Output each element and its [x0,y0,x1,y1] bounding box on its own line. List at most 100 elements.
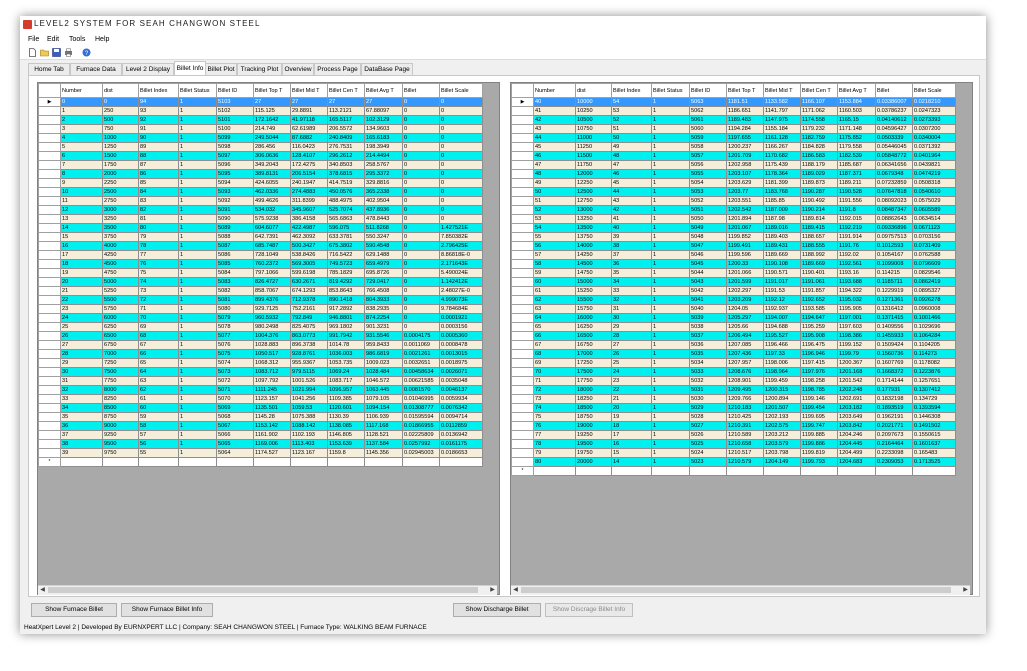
table-cell[interactable]: 0.01866955 [402,421,440,431]
table-row[interactable]: 60 15000 34 1 5043 1201.599 1191.017 1191.061 11… [511,277,956,287]
table-cell[interactable]: 1170.682 [763,151,801,161]
table-row[interactable]: 14 3500 80 1 5089 604.6077 422.4987 596.075 511.… [38,223,483,233]
table-cell[interactable]: 1014.78 [327,340,365,350]
table-cell[interactable]: 0.1550615 [912,430,956,440]
table-cell[interactable]: 0.0503339 [875,133,913,143]
table-cell[interactable]: 0.1178082 [912,358,956,368]
table-cell[interactable]: 1198.258 [800,376,838,386]
table-cell[interactable]: 0.1560736 [875,349,913,359]
table-cell[interactable]: 0.114215 [875,268,913,278]
table-cell[interactable] [875,466,913,476]
table-cell[interactable]: 1192.561 [837,259,876,269]
table-cell[interactable]: 1189.873 [800,178,838,188]
table-cell[interactable]: 1200.367 [837,358,876,368]
table-cell[interactable]: 1199.152 [837,340,876,350]
table-cell[interactable]: 10250 [575,106,612,116]
table-cell[interactable]: 5036 [689,340,727,350]
table-cell[interactable]: 1203.649 [837,412,876,422]
table-cell[interactable]: 41.97118 [290,115,328,125]
table-cell[interactable]: 73 [138,286,179,296]
table-cell[interactable]: 1202.958 [726,160,764,170]
table-cell[interactable]: 75 [533,412,576,422]
show-discharge-billet-button[interactable]: Show Discharge Billet [453,603,541,617]
row-header[interactable] [38,133,61,143]
table-cell[interactable]: 12250 [575,178,612,188]
table-cell[interactable]: 50 [611,133,652,143]
table-cell[interactable]: 1202.248 [837,385,876,395]
table-cell[interactable]: 0 [402,313,440,323]
row-header[interactable] [511,277,534,287]
table-cell[interactable]: 0.1104205 [912,340,956,350]
table-cell[interactable]: 296.2612 [327,151,365,161]
table-cell[interactable]: 365.2338 [364,187,403,197]
row-header[interactable] [511,214,534,224]
table-cell[interactable]: 1160.503 [837,106,876,116]
scroll-left-icon[interactable]: ◀ [512,587,519,594]
table-cell[interactable]: 41 [533,106,576,116]
table-cell[interactable]: 1 [651,223,690,233]
table-cell[interactable]: 74 [533,403,576,413]
table-cell[interactable]: 0 [402,178,440,188]
table-cell[interactable]: 35 [60,412,103,422]
table-cell[interactable]: 1199.886 [800,439,838,449]
table-cell[interactable]: 19750 [575,448,612,458]
table-cell[interactable]: 1184.828 [800,142,838,152]
table-cell[interactable]: 6000 [102,313,139,323]
table-cell[interactable]: 9.784684E [439,304,483,314]
table-cell[interactable]: 0.1962191 [875,412,913,422]
table-cell[interactable]: 5056 [689,160,727,170]
table-cell[interactable]: 1207.436 [726,349,764,359]
table-cell[interactable]: 633.3781 [327,232,365,242]
table-cell[interactable]: 1021.994 [290,385,328,395]
table-cell[interactable]: 78 [533,439,576,449]
table-row[interactable]: 26 6500 68 1 5077 1004.376 863.0773 991.7942 931… [38,331,483,341]
table-cell[interactable]: 3 [60,124,103,134]
table-cell[interactable]: 797.1066 [253,268,291,278]
table-cell[interactable]: 5090 [216,214,254,224]
table-cell[interactable]: 1069.24 [327,367,365,377]
table-cell[interactable]: 766.4508 [364,286,403,296]
table-cell[interactable]: 1 [651,232,690,242]
table-cell[interactable]: 29.8891 [290,106,328,116]
table-cell[interactable] [726,466,764,476]
table-cell[interactable]: 695.8726 [364,268,403,278]
table-cell[interactable]: 0.1229919 [875,286,913,296]
table-cell[interactable]: 0 [402,241,440,251]
table-cell[interactable]: 1206.494 [726,331,764,341]
table-cell[interactable]: 1197.33 [763,349,801,359]
table-cell[interactable]: 1161.128 [763,133,801,143]
table-cell[interactable]: 0.1316412 [875,304,913,314]
table-cell[interactable]: 7000 [102,349,139,359]
table-cell[interactable]: 19 [60,268,103,278]
table-row[interactable]: 18 4500 76 1 5085 760.2372 569.3005 749.5723 659… [38,259,483,269]
table-cell[interactable]: 0.08862643 [875,214,913,224]
table-cell[interactable]: 11250 [575,142,612,152]
table-cell[interactable]: 74 [138,277,179,287]
table-cell[interactable]: 0.1713525 [912,457,956,467]
table-cell[interactable]: 21 [611,394,652,404]
table-cell[interactable]: 0 [402,133,440,143]
table-cell[interactable]: 87.6882 [290,133,328,143]
table-cell[interactable]: 5052 [689,196,727,206]
table-cell[interactable]: 960.5932 [253,313,291,323]
row-header[interactable] [511,457,534,467]
row-header[interactable] [511,178,534,188]
table-cell[interactable]: 30 [60,367,103,377]
table-cell[interactable]: 0.0035048 [439,376,483,386]
table-cell[interactable]: 0.0273393 [912,115,956,125]
row-header[interactable] [511,160,534,170]
table-cell[interactable]: 1000 [102,133,139,143]
table-cell[interactable]: 1190.571 [763,268,801,278]
table-cell[interactable]: 0.1029696 [912,322,956,332]
table-cell[interactable]: 1 [178,286,217,296]
row-header[interactable] [511,394,534,404]
table-cell[interactable]: 77 [533,430,576,440]
table-cell[interactable] [60,457,103,467]
table-cell[interactable]: 1205.66 [726,322,764,332]
table-row[interactable]: 79 19750 15 1 5024 1210.517 1203.798 1199.819 12… [511,448,956,458]
table-cell[interactable]: 16 [611,439,652,449]
table-cell[interactable]: 0.114273 [912,349,956,359]
table-cell[interactable]: 17 [611,430,652,440]
table-cell[interactable]: 1 [178,295,217,305]
row-header[interactable] [511,124,534,134]
